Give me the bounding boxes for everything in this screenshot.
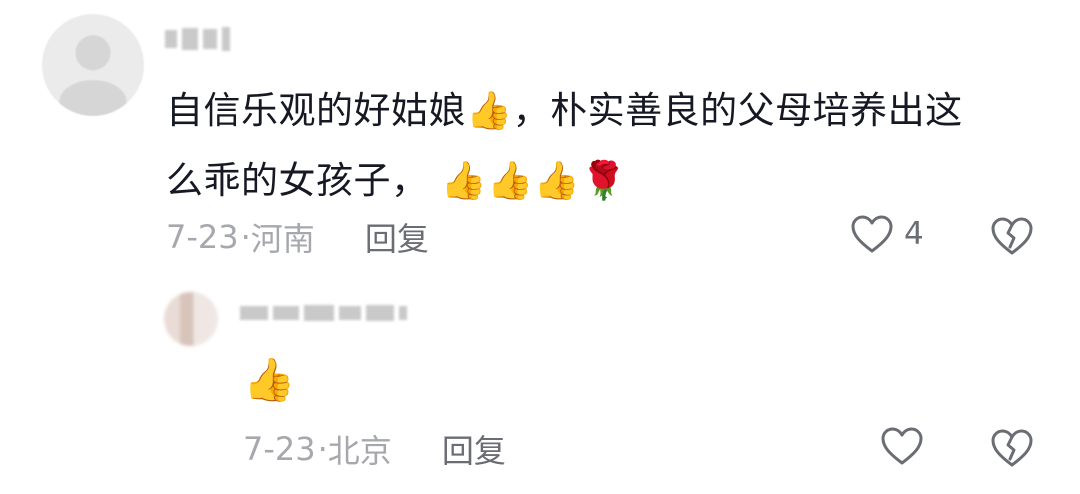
- reply-button[interactable]: 回复: [442, 426, 506, 472]
- reply-username-pixelated[interactable]: [240, 305, 407, 321]
- comment-text-line1: 自信乐观的好姑娘: [166, 89, 466, 132]
- like-button[interactable]: 4: [850, 214, 924, 254]
- meta-separator: ·: [240, 218, 251, 256]
- broken-heart-icon: [990, 216, 1034, 256]
- dislike-button[interactable]: [990, 216, 1034, 256]
- thumbs-up-emoji: 👍: [466, 89, 513, 132]
- rose-emoji: 🌹: [580, 159, 628, 202]
- reply-meta: 7-23 · 北京 回复: [243, 426, 506, 472]
- reply-location: 北京: [327, 432, 392, 470]
- reply-date: 7-23: [243, 430, 316, 468]
- reply-text: 👍: [243, 350, 295, 410]
- thumbs-up-emoji: 👍: [440, 159, 488, 202]
- thumbs-up-emoji: 👍: [533, 159, 581, 202]
- comment-thread: 自信乐观的好姑娘👍，朴实善良的父母培养出这 么乖的女孩子， 👍👍👍🌹 7-23 ·…: [0, 0, 1080, 494]
- reply-avatar[interactable]: [164, 292, 218, 346]
- comment-meta: 7-23 · 河南 回复: [166, 214, 429, 260]
- meta-separator: ·: [317, 430, 328, 468]
- comment-text-line2: 么乖的女孩子，: [166, 159, 429, 202]
- thumbs-up-emoji: 👍: [487, 159, 534, 202]
- like-count: 4: [904, 216, 924, 252]
- comment-text: 自信乐观的好姑娘👍，朴实善良的父母培养出这 么乖的女孩子， 👍👍👍🌹: [166, 76, 1046, 216]
- reply-button[interactable]: 回复: [365, 214, 429, 260]
- username-pixelated[interactable]: [165, 27, 230, 51]
- dislike-button[interactable]: [990, 428, 1034, 468]
- comment-text-line1b: ，朴实善良的父母培养出这: [512, 89, 963, 132]
- thumbs-up-emoji: 👍: [243, 355, 296, 404]
- heart-outline-icon: [850, 214, 894, 254]
- heart-outline-icon: [880, 426, 924, 466]
- broken-heart-icon: [990, 428, 1034, 468]
- comment-location: 河南: [250, 220, 315, 258]
- comment-date: 7-23: [166, 218, 239, 256]
- like-button[interactable]: [880, 426, 924, 466]
- avatar[interactable]: [42, 14, 144, 116]
